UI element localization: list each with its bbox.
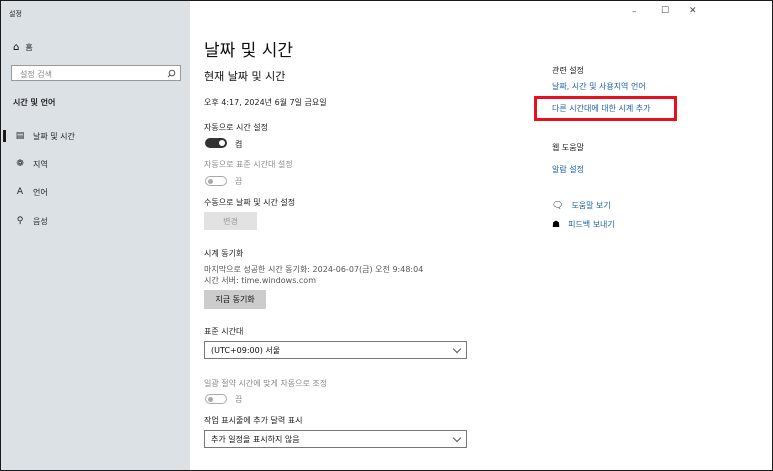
- help-chat-icon: 🗨: [552, 200, 564, 211]
- sidebar-item-label: 언어: [33, 187, 48, 197]
- microphone-icon: ⚲: [16, 216, 24, 226]
- auto-time-state: 켬: [235, 140, 243, 149]
- taskbar-calendar-value: 추가 일정을 표시하지 않음: [211, 434, 300, 444]
- chevron-down-icon: [452, 433, 462, 443]
- time-server-text: 시간 서버: time.windows.com: [204, 276, 316, 285]
- related-heading: 관련 설정: [552, 66, 584, 75]
- home-icon: ⌂: [13, 42, 20, 53]
- page-title: 날짜 및 시간: [204, 41, 294, 61]
- sidebar-item-speech[interactable]: ⚲ 음성: [1, 211, 190, 231]
- last-sync-text: 마지막으로 성공한 시간 동기화: 2024-06-07(금) 오전 9:48:…: [204, 265, 424, 274]
- web-help-link-alarm[interactable]: 알람 설정: [552, 164, 584, 175]
- timezone-value: (UTC+09:00) 서울: [211, 345, 281, 355]
- sidebar-item-label: 음성: [33, 216, 48, 226]
- sidebar-item-language[interactable]: A 언어: [1, 182, 190, 202]
- close-button[interactable]: ✕: [689, 6, 697, 16]
- home-nav[interactable]: ⌂ 홈: [13, 42, 33, 53]
- minimize-button[interactable]: –: [632, 7, 637, 17]
- window-title: 설정: [9, 10, 22, 18]
- dst-label: 일광 절약 시간에 맞게 자동으로 조정: [204, 379, 328, 388]
- auto-time-toggle[interactable]: [205, 138, 227, 148]
- globe-icon: ❁: [16, 159, 24, 169]
- related-link-region-language[interactable]: 날짜, 시간 및 사용지역 언어: [552, 81, 646, 92]
- search-icon[interactable]: [167, 69, 176, 78]
- sync-heading: 시계 동기화: [204, 249, 244, 258]
- timezone-label: 표준 시간대: [204, 327, 244, 336]
- feedback-icon: ☗: [552, 219, 561, 230]
- auto-timezone-label: 자동으로 표준 시간대 설정: [204, 160, 293, 169]
- search-box[interactable]: 설정 검색: [11, 65, 181, 81]
- sidebar-item-region[interactable]: ❁ 지역: [1, 154, 190, 174]
- feedback-link[interactable]: ☗ 피드백 보내기: [552, 219, 615, 230]
- main-content: – ☐ ✕ 날짜 및 시간 현재 날짜 및 시간 오후 4:17, 2024년 …: [190, 1, 772, 470]
- manual-time-label: 수동으로 날짜 및 시간 설정: [204, 198, 296, 207]
- language-icon: A: [16, 187, 24, 197]
- taskbar-calendar-select[interactable]: 추가 일정을 표시하지 않음: [204, 430, 467, 448]
- section-title: 시간 및 언어: [13, 98, 56, 107]
- auto-timezone-state: 끔: [235, 177, 243, 186]
- auto-timezone-toggle[interactable]: [205, 176, 227, 186]
- settings-window: 설정 ⌂ 홈 설정 검색 시간 및 언어 ▤ 날짜 및 시간 ❁ 지역 A 언어: [0, 0, 773, 471]
- get-help-link[interactable]: 🗨 도움말 보기: [552, 200, 611, 211]
- feedback-label: 피드백 보내기: [568, 220, 615, 229]
- auto-time-label: 자동으로 시간 설정: [204, 123, 268, 132]
- sidebar-item-label: 지역: [33, 159, 48, 169]
- search-input[interactable]: 설정 검색: [20, 69, 52, 80]
- get-help-label: 도움말 보기: [571, 201, 611, 210]
- sidebar-item-date-time[interactable]: ▤ 날짜 및 시간: [1, 126, 190, 146]
- sidebar-item-label: 날짜 및 시간: [33, 131, 75, 141]
- sidebar: 설정 ⌂ 홈 설정 검색 시간 및 언어 ▤ 날짜 및 시간 ❁ 지역 A 언어: [1, 1, 190, 470]
- dst-toggle[interactable]: [205, 394, 227, 404]
- dst-state: 끔: [235, 395, 243, 404]
- chevron-down-icon: [452, 344, 462, 354]
- taskbar-calendar-label: 작업 표시줄에 추가 달력 표시: [204, 416, 303, 425]
- current-datetime: 오후 4:17, 2024년 6월 7일 금요일: [204, 98, 327, 107]
- timezone-select[interactable]: (UTC+09:00) 서울: [204, 341, 467, 359]
- web-help-heading: 웹 도움말: [552, 143, 584, 152]
- change-button[interactable]: 변경: [204, 212, 257, 230]
- selected-indicator: [3, 130, 6, 142]
- home-label: 홈: [25, 43, 33, 52]
- maximize-button[interactable]: ☐: [661, 6, 669, 16]
- calendar-clock-icon: ▤: [15, 131, 25, 141]
- related-link-add-clocks[interactable]: 다른 시간대에 대한 시계 추가: [552, 103, 651, 114]
- current-heading: 현재 날짜 및 시간: [204, 70, 286, 83]
- sync-now-button[interactable]: 지금 동기화: [204, 290, 266, 309]
